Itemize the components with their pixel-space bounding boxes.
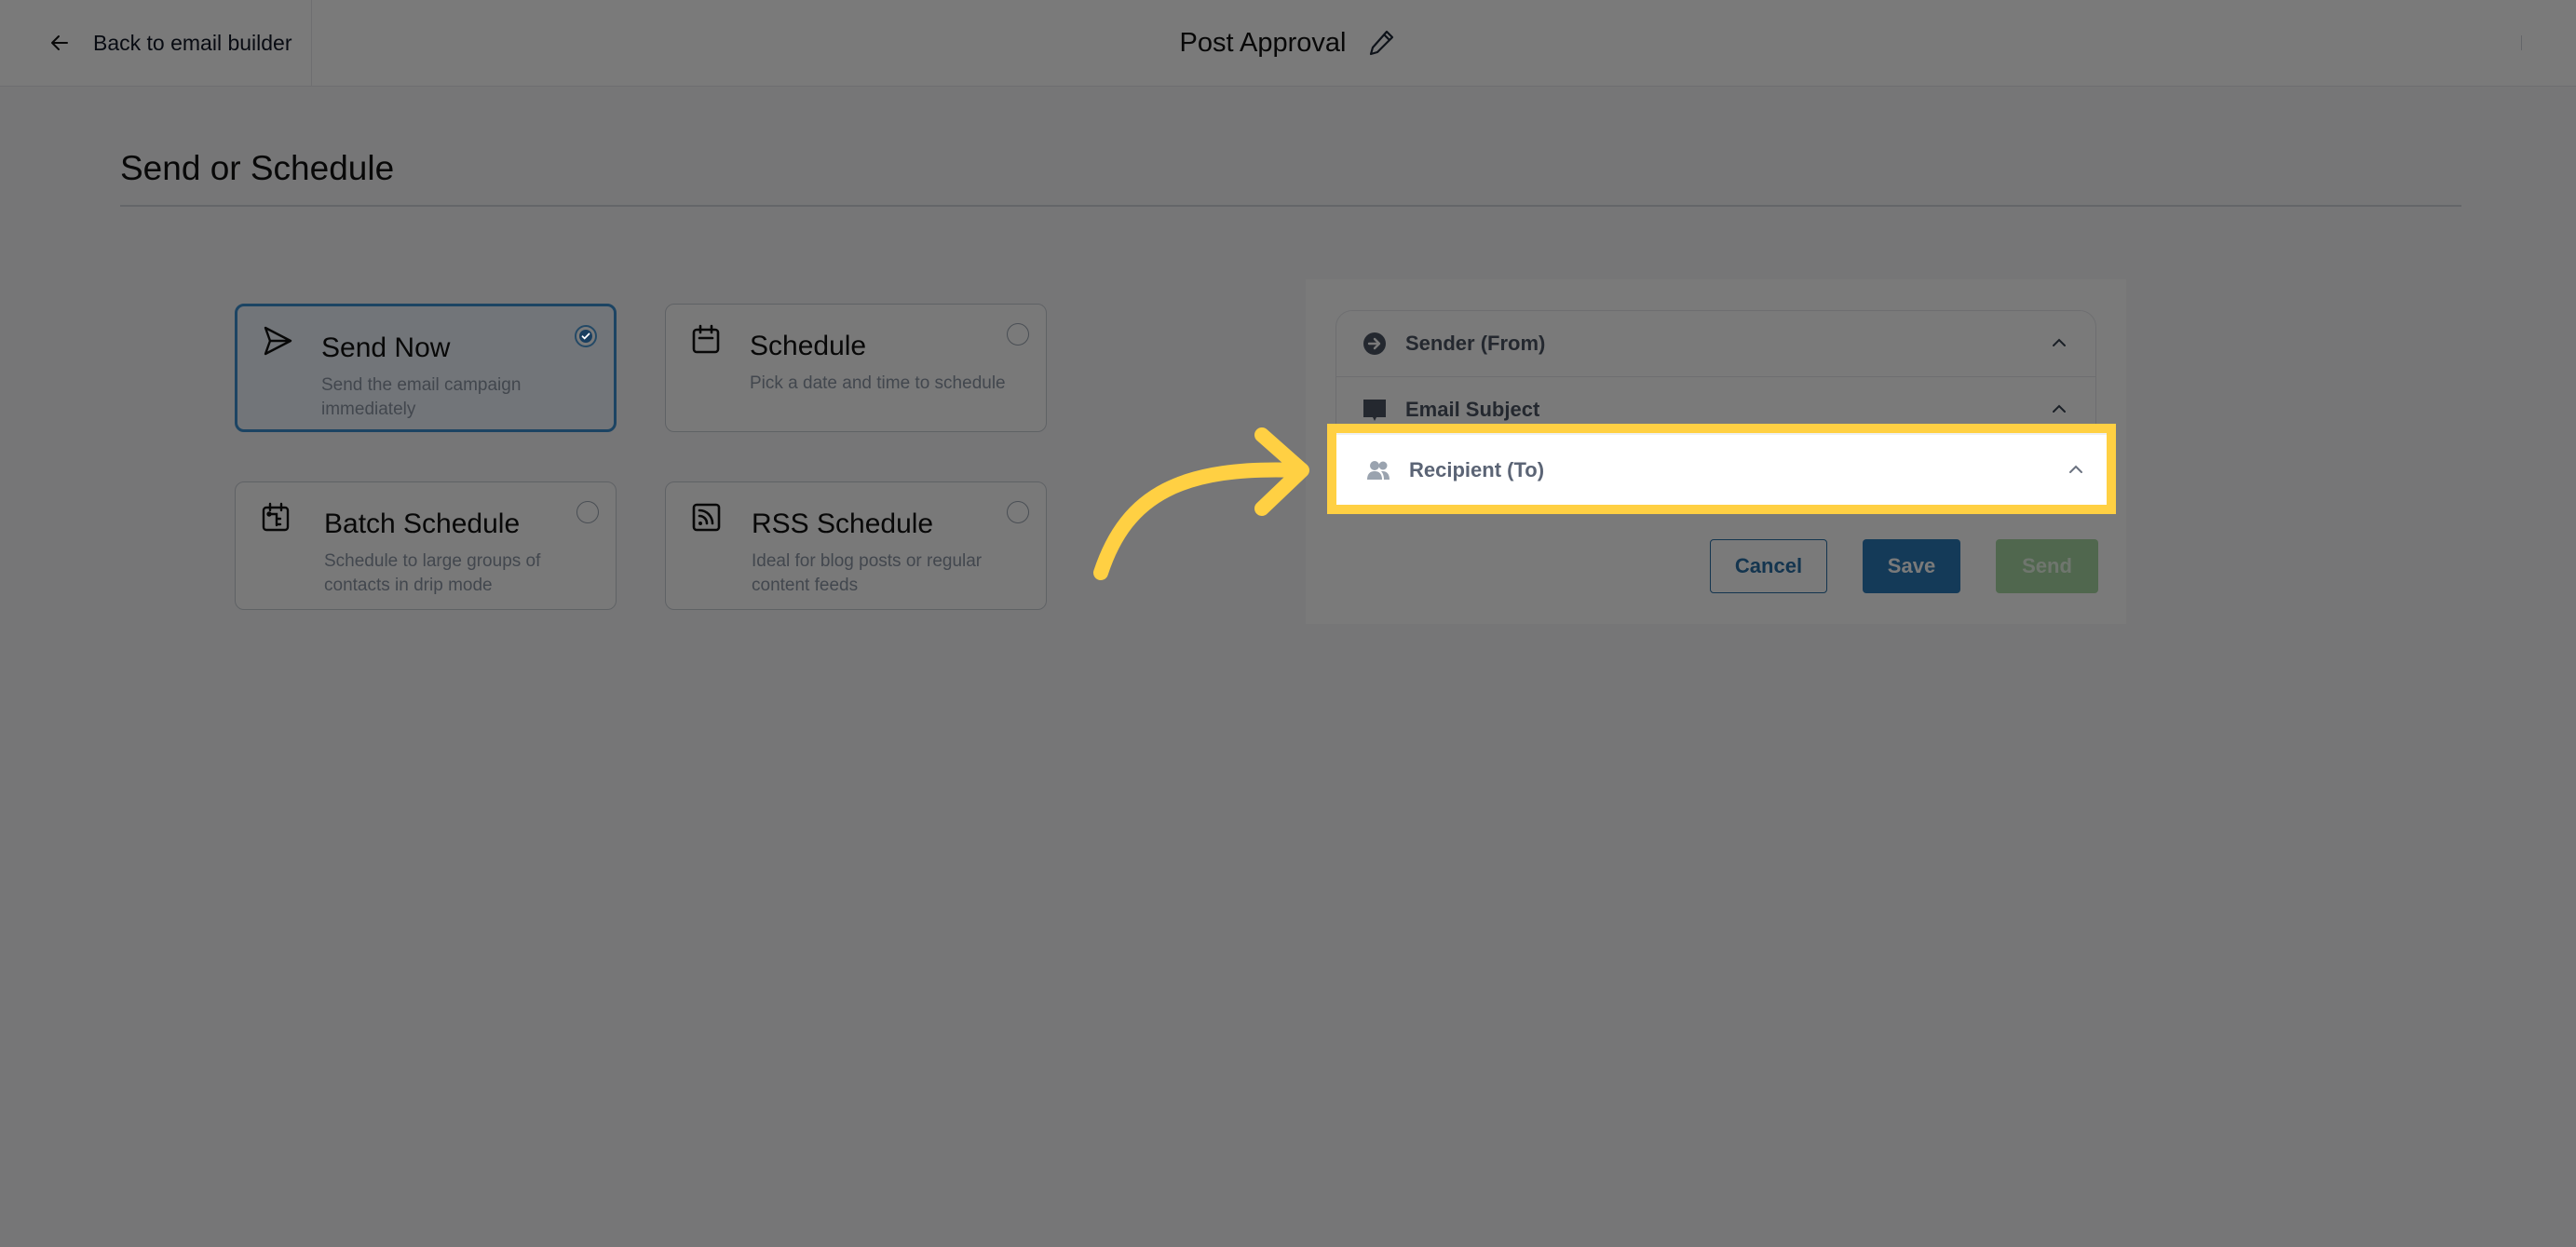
chevron-up-icon[interactable] (2051, 402, 2068, 415)
chevron-up-icon[interactable] (2051, 336, 2068, 349)
option-batch-schedule[interactable]: Batch Schedule Schedule to large groups … (235, 481, 617, 610)
section-divider (120, 205, 2461, 207)
pointer-arrow-icon (1093, 427, 1309, 580)
option-description: Pick a date and time to schedule (750, 373, 1006, 393)
check-icon (581, 332, 590, 340)
arrow-circle-right-icon (1363, 332, 1386, 355)
radio-selected[interactable] (575, 325, 597, 347)
highlight-box: Recipient (To) (1327, 424, 2116, 514)
accordion-label: Email Subject (1405, 398, 1540, 421)
page: Back to email builder Post Approval Send… (0, 0, 2576, 1247)
option-send-now[interactable]: Send Now Send the email campaign immedia… (235, 304, 617, 432)
header-divider (2521, 35, 2522, 50)
rss-icon (692, 503, 721, 532)
option-title: RSS Schedule (752, 508, 934, 539)
accordion-sender[interactable]: Sender (From) (1336, 311, 2095, 377)
save-button[interactable]: Save (1863, 539, 1960, 593)
option-schedule[interactable]: Schedule Pick a date and time to schedul… (665, 304, 1047, 432)
radio-unselected[interactable] (1007, 323, 1029, 346)
paper-plane-icon (264, 326, 292, 356)
cancel-button[interactable]: Cancel (1710, 539, 1827, 593)
option-title: Batch Schedule (324, 508, 521, 539)
send-button[interactable]: Send (1996, 539, 2098, 593)
option-rss-schedule[interactable]: RSS Schedule Ideal for blog posts or reg… (665, 481, 1047, 610)
accordion-label: Sender (From) (1405, 332, 1546, 355)
back-to-email-builder-button[interactable]: Back to email builder (0, 0, 312, 86)
campaign-title: Post Approval (1179, 27, 1347, 58)
calendar-icon (692, 324, 720, 354)
option-title: Schedule (750, 331, 867, 361)
calendar-batch-icon (262, 502, 290, 532)
arrow-left-icon (51, 35, 68, 50)
accordion-label: Recipient (To) (1409, 457, 1545, 481)
option-description: Ideal for blog posts or regular content … (752, 551, 983, 595)
radio-unselected[interactable] (1007, 501, 1029, 523)
speech-bubble-icon (1363, 400, 1386, 421)
section-title: Send or Schedule (120, 149, 395, 187)
accordion-recipient-highlighted[interactable]: Recipient (To) (1336, 433, 2107, 505)
option-title: Send Now (321, 332, 451, 363)
back-label: Back to email builder (93, 30, 292, 55)
chevron-up-icon[interactable] (2068, 463, 2084, 476)
option-description: Schedule to large groups of contacts in … (324, 551, 541, 595)
option-description: Send the email campaign immediately (321, 375, 522, 419)
radio-unselected[interactable] (576, 501, 599, 523)
pencil-icon[interactable] (1366, 28, 1396, 58)
top-bar: Back to email builder Post Approval (0, 0, 2576, 87)
users-icon (1367, 460, 1390, 480)
